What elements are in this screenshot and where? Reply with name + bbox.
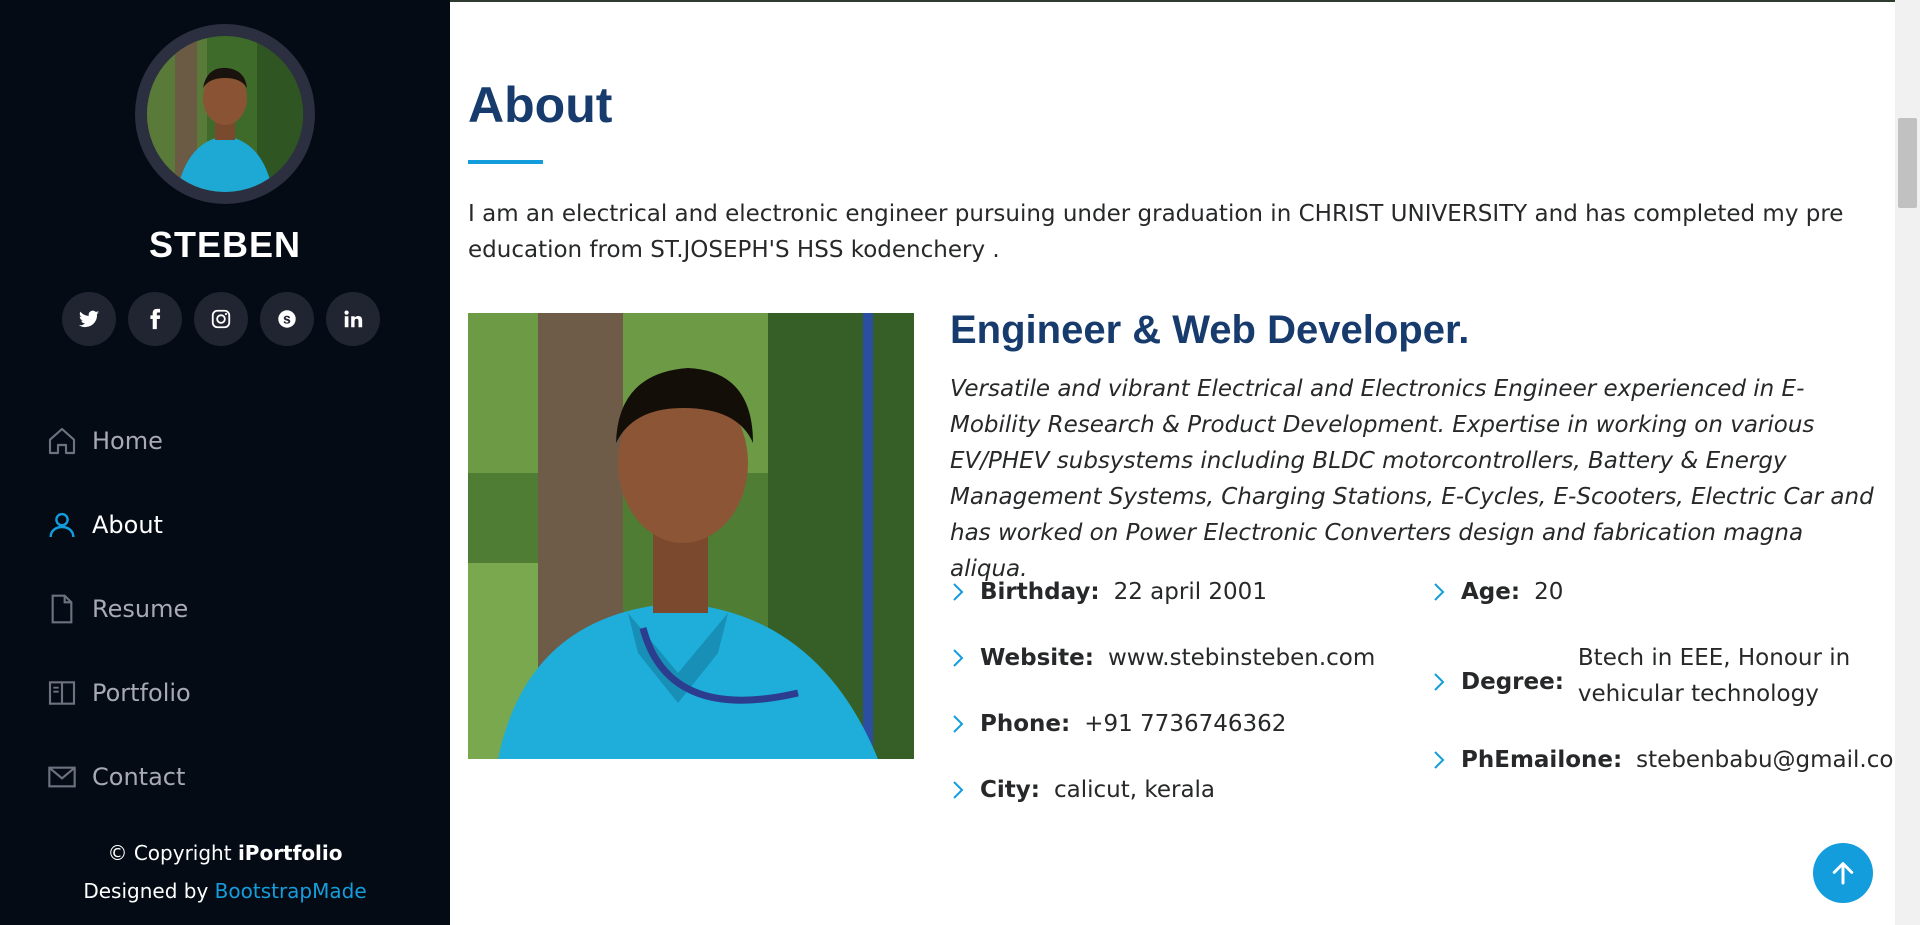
fact-degree: Degree: Btech in EEE, Honour in vehicula… xyxy=(1431,640,1868,724)
fact-city: City: calicut, kerala xyxy=(950,772,1215,808)
chevron-right-icon xyxy=(1431,640,1461,724)
fact-key: Phone: xyxy=(980,711,1071,737)
chevron-right-icon xyxy=(950,706,980,742)
back-to-top-button[interactable] xyxy=(1813,843,1873,903)
role-headline: Engineer & Web Developer. xyxy=(950,308,1470,352)
scrollbar[interactable] xyxy=(1895,0,1920,925)
fact-value: www.stebinsteben.com xyxy=(1107,645,1376,671)
fact-value: +91 7736746362 xyxy=(1084,711,1287,737)
fact-key: Age: xyxy=(1461,579,1521,605)
chevron-right-icon xyxy=(1431,574,1461,610)
nav-item-contact[interactable]: Contact xyxy=(46,735,191,819)
twitter-icon[interactable] xyxy=(62,292,116,346)
nav-label: Home xyxy=(92,427,163,455)
fact-key: City: xyxy=(980,777,1040,803)
nav-label: About xyxy=(92,511,163,539)
sidebar: STEBEN Home About Resume Portfolio Conta… xyxy=(0,0,450,925)
copyright-prefix: © Copyright xyxy=(107,841,238,865)
fact-value: 22 april 2001 xyxy=(1113,579,1267,605)
copyright: © Copyright iPortfolio xyxy=(0,834,450,872)
nav-label: Portfolio xyxy=(92,679,191,707)
copyright-brand: iPortfolio xyxy=(237,841,343,865)
nav-item-about[interactable]: About xyxy=(46,483,191,567)
profile-photo xyxy=(468,313,914,759)
main-nav: Home About Resume Portfolio Contact xyxy=(46,399,191,819)
person-icon xyxy=(46,509,78,541)
fact-value: calicut, kerala xyxy=(1053,777,1216,803)
fact-key: Degree: xyxy=(1461,669,1564,695)
file-icon xyxy=(46,593,78,625)
nav-label: Resume xyxy=(92,595,189,623)
fact-birthday: Birthday: 22 april 2001 xyxy=(950,574,1267,610)
footer: © Copyright iPortfolio Designed by Boots… xyxy=(0,834,450,910)
envelope-icon xyxy=(46,761,78,793)
avatar-ring xyxy=(135,24,315,204)
fact-key: Birthday: xyxy=(980,579,1100,605)
social-links xyxy=(62,292,380,346)
nav-item-home[interactable]: Home xyxy=(46,399,191,483)
nav-item-resume[interactable]: Resume xyxy=(46,567,191,651)
title-underline xyxy=(468,160,543,164)
avatar xyxy=(147,36,303,192)
fact-value: stebenbabu@gmail.com xyxy=(1636,747,1916,773)
section-title: About xyxy=(468,77,613,133)
facebook-icon[interactable] xyxy=(128,292,182,346)
scrollbar-thumb[interactable] xyxy=(1898,118,1917,208)
chevron-right-icon xyxy=(1431,742,1461,778)
bootstrapmade-link[interactable]: BootstrapMade xyxy=(215,879,367,903)
home-icon xyxy=(46,425,78,457)
credits: Designed by BootstrapMade xyxy=(0,872,450,910)
chevron-right-icon xyxy=(950,574,980,610)
instagram-icon[interactable] xyxy=(194,292,248,346)
fact-key: PhEmailone: xyxy=(1461,747,1623,773)
nav-label: Contact xyxy=(92,763,186,791)
fact-website: Website: www.stebinsteben.com xyxy=(950,640,1375,676)
role-description: Versatile and vibrant Electrical and Ele… xyxy=(950,376,1874,582)
about-intro: I am an electrical and electronic engine… xyxy=(468,201,1844,263)
chevron-right-icon xyxy=(950,772,980,808)
credits-prefix: Designed by xyxy=(83,879,215,903)
chevron-right-icon xyxy=(950,640,980,676)
skype-icon[interactable] xyxy=(260,292,314,346)
nav-item-portfolio[interactable]: Portfolio xyxy=(46,651,191,735)
linkedin-icon[interactable] xyxy=(326,292,380,346)
fact-key: Website: xyxy=(980,645,1094,671)
fact-value: Btech in EEE, Honour in vehicular techno… xyxy=(1577,645,1851,707)
arrow-up-icon xyxy=(1832,862,1854,885)
fact-value: 20 xyxy=(1534,579,1564,605)
book-icon xyxy=(46,677,78,709)
brand-name[interactable]: STEBEN xyxy=(0,224,450,266)
fact-email: PhEmailone: stebenbabu@gmail.com xyxy=(1431,742,1916,778)
fact-age: Age: 20 xyxy=(1431,574,1563,610)
fact-phone: Phone: +91 7736746362 xyxy=(950,706,1286,742)
about-section: About I am an electrical and electronic … xyxy=(450,0,1916,925)
